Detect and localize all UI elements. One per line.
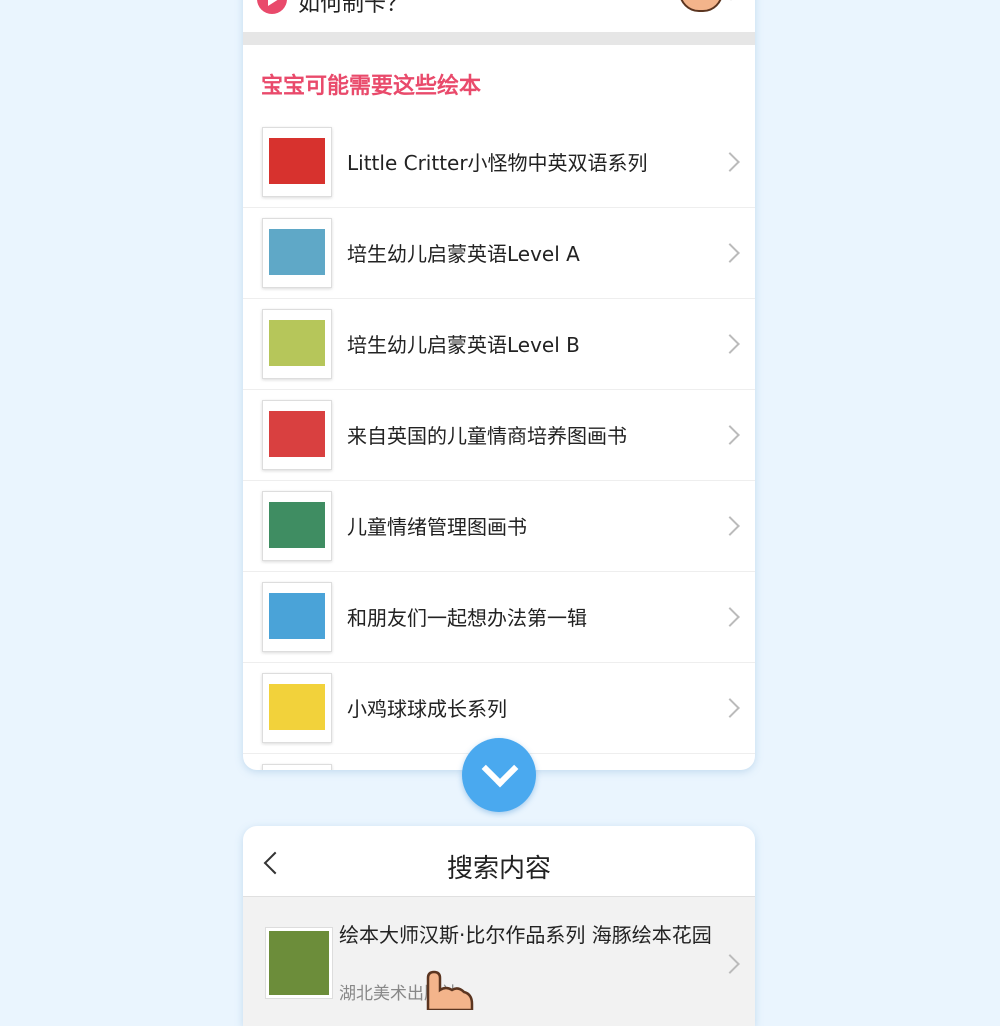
section-divider [243,32,755,45]
book-title: 小鸡球球成长系列 [347,693,507,722]
chevron-right-icon [720,243,740,263]
book-cover-thumbnail [262,218,332,288]
book-cover-image [269,229,325,275]
how-to-make-card-label: 如何制卡？ [298,0,408,18]
chevron-right-icon [720,334,740,354]
search-page-title: 搜索内容 [243,848,755,885]
book-list-item[interactable]: 和朋友们一起想办法第一辑 [243,572,755,663]
book-cover-thumbnail [265,927,333,999]
play-icon [257,0,287,14]
book-cover-image [269,320,325,366]
book-cover-image [269,502,325,548]
expand-more-button[interactable] [462,738,536,812]
search-card: 搜索内容 绘本大师汉斯·比尔作品系列 海豚绘本花园 湖北美术出版社 [243,826,755,1026]
book-cover-image [269,411,325,457]
book-cover-thumbnail [262,309,332,379]
book-list-item[interactable]: 来自英国的儿童情商培养图画书 [243,390,755,481]
chevron-right-icon [720,607,740,627]
book-list: Little Critter小怪物中英双语系列 培生幼儿启蒙英语Level A … [243,117,755,770]
hand-pointer-icon [679,0,723,12]
book-title: 儿童情绪管理图画书 [347,511,527,540]
how-to-make-card-row[interactable]: 如何制卡？ [243,0,755,32]
book-title: 培生幼儿启蒙英语Level B [347,329,580,358]
hand-pointer-icon [418,970,474,1010]
book-cover-image [269,593,325,639]
book-cover-thumbnail [262,764,332,770]
chevron-right-icon [720,954,740,974]
chevron-right-icon [720,698,740,718]
book-title: Little Critter小怪物中英双语系列 [347,147,648,176]
book-title: 和朋友们一起想办法第一辑 [347,602,587,631]
book-title: 培生幼儿启蒙英语Level A [347,238,580,267]
book-cover-image [269,684,325,730]
chevron-right-icon [720,425,740,445]
book-cover-thumbnail [262,127,332,197]
search-result-item[interactable]: 绘本大师汉斯·比尔作品系列 海豚绘本花园 湖北美术出版社 [243,896,755,1026]
book-title: 来自英国的儿童情商培养图画书 [347,420,627,449]
book-cover-thumbnail [262,582,332,652]
book-list-item[interactable]: 培生幼儿启蒙英语Level A [243,208,755,299]
book-cover-thumbnail [262,400,332,470]
result-book-title: 绘本大师汉斯·比尔作品系列 海豚绘本花园 [339,923,719,948]
book-cover-image [269,931,329,995]
chevron-right-icon [720,516,740,536]
book-cover-image [269,138,325,184]
book-list-item[interactable]: Little Critter小怪物中英双语系列 [243,117,755,208]
book-cover-thumbnail [262,673,332,743]
chevron-right-icon [720,152,740,172]
book-list-item[interactable]: 儿童情绪管理图画书 [243,481,755,572]
book-list-item[interactable]: 培生幼儿启蒙英语Level B [243,299,755,390]
book-cover-thumbnail [262,491,332,561]
recommendation-card: 如何制卡？ 宝宝可能需要这些绘本 Little Critter小怪物中英双语系列… [243,0,755,770]
section-title: 宝宝可能需要这些绘本 [261,68,481,100]
